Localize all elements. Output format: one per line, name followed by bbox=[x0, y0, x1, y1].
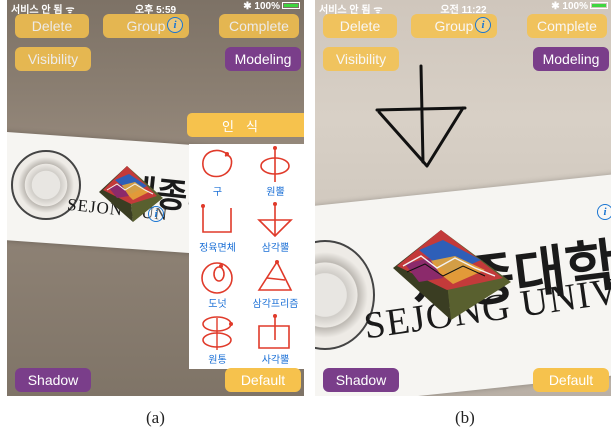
status-bar: 서비스 안 됨 ᯤ 오후 5:59 ✱ 100% bbox=[7, 0, 304, 16]
cylinder-gesture-icon bbox=[202, 316, 233, 350]
caption-b: (b) bbox=[455, 408, 475, 427]
battery-indicator: ✱ 100% bbox=[243, 1, 300, 12]
info-icon[interactable]: i bbox=[475, 17, 491, 33]
visibility-button[interactable]: Visibility bbox=[323, 47, 399, 71]
gesture-sphere[interactable]: 구 bbox=[189, 144, 246, 200]
gesture-triangular-prism[interactable]: 삼각프리즘 bbox=[247, 256, 304, 312]
battery-indicator: ✱ 100% bbox=[551, 1, 608, 12]
delete-button[interactable]: Delete bbox=[15, 14, 89, 38]
screenshot-a: 세종대 SEJONG UN i 서비스 안 됨 ᯤ 오후 5:59 ✱ 100%… bbox=[7, 0, 304, 396]
modeling-button[interactable]: Modeling bbox=[533, 47, 609, 71]
gesture-cone[interactable]: 원뿔 bbox=[247, 144, 304, 200]
recognize-button[interactable]: 인식 bbox=[187, 113, 304, 137]
gesture-label: 원통 bbox=[208, 355, 227, 366]
complete-button[interactable]: Complete bbox=[219, 14, 299, 38]
gesture-label: 원뿔 bbox=[266, 187, 285, 198]
bluetooth-icon: ✱ bbox=[243, 1, 255, 12]
battery-percent: 100% bbox=[254, 1, 280, 12]
gesture-square-pyramid[interactable]: 사각뿔 bbox=[247, 312, 304, 368]
gesture-label: 삼각뿔 bbox=[261, 243, 290, 254]
triangular-prism-gesture-icon bbox=[257, 260, 293, 291]
gesture-label: 도넛 bbox=[208, 299, 227, 310]
gesture-label: 삼각프리즘 bbox=[252, 299, 299, 310]
gesture-label: 정육면체 bbox=[199, 243, 236, 254]
cone-gesture-icon bbox=[260, 146, 290, 182]
default-button[interactable]: Default bbox=[533, 368, 609, 392]
model-info-icon[interactable]: i bbox=[148, 206, 164, 222]
pyramid-model[interactable] bbox=[385, 228, 515, 323]
donut-gesture-icon bbox=[201, 262, 233, 294]
bluetooth-icon: ✱ bbox=[551, 1, 563, 12]
sketch-stroke bbox=[375, 64, 467, 168]
gesture-cube[interactable]: 정육면체 bbox=[189, 200, 246, 256]
gesture-donut[interactable]: 도넛 bbox=[189, 256, 246, 312]
shadow-button[interactable]: Shadow bbox=[323, 368, 399, 392]
gesture-label: 사각뿔 bbox=[261, 355, 290, 366]
status-bar: 서비스 안 됨 ᯤ 오전 11:22 ✱ 100% bbox=[315, 0, 611, 16]
gesture-guide-panel: 구 원뿔 정육면체 삼각뿔 도넛 삼각프리즘 원통 사각뿔 bbox=[189, 144, 304, 369]
sphere-gesture-icon bbox=[202, 149, 233, 178]
square-pyramid-gesture-icon bbox=[258, 314, 290, 349]
shadow-button[interactable]: Shadow bbox=[15, 368, 91, 392]
gesture-cylinder[interactable]: 원통 bbox=[189, 312, 246, 368]
delete-button[interactable]: Delete bbox=[323, 14, 397, 38]
visibility-button[interactable]: Visibility bbox=[15, 47, 91, 71]
model-info-icon[interactable]: i bbox=[597, 204, 611, 220]
battery-percent: 100% bbox=[562, 1, 588, 12]
default-button[interactable]: Default bbox=[225, 368, 301, 392]
triangular-pyramid-gesture-icon bbox=[257, 202, 293, 238]
screenshot-b: 세종대학 SEJONG UNIVE i 서비스 안 됨 ᯤ 오전 11:22 ✱… bbox=[315, 0, 611, 396]
cube-gesture-icon bbox=[201, 204, 232, 233]
battery-icon bbox=[282, 2, 300, 9]
modeling-button[interactable]: Modeling bbox=[225, 47, 301, 71]
gesture-triangular-pyramid[interactable]: 삼각뿔 bbox=[247, 200, 304, 256]
info-icon[interactable]: i bbox=[167, 17, 183, 33]
battery-icon bbox=[590, 2, 608, 9]
caption-a: (a) bbox=[146, 408, 165, 427]
complete-button[interactable]: Complete bbox=[527, 14, 607, 38]
gesture-label: 구 bbox=[212, 187, 223, 198]
